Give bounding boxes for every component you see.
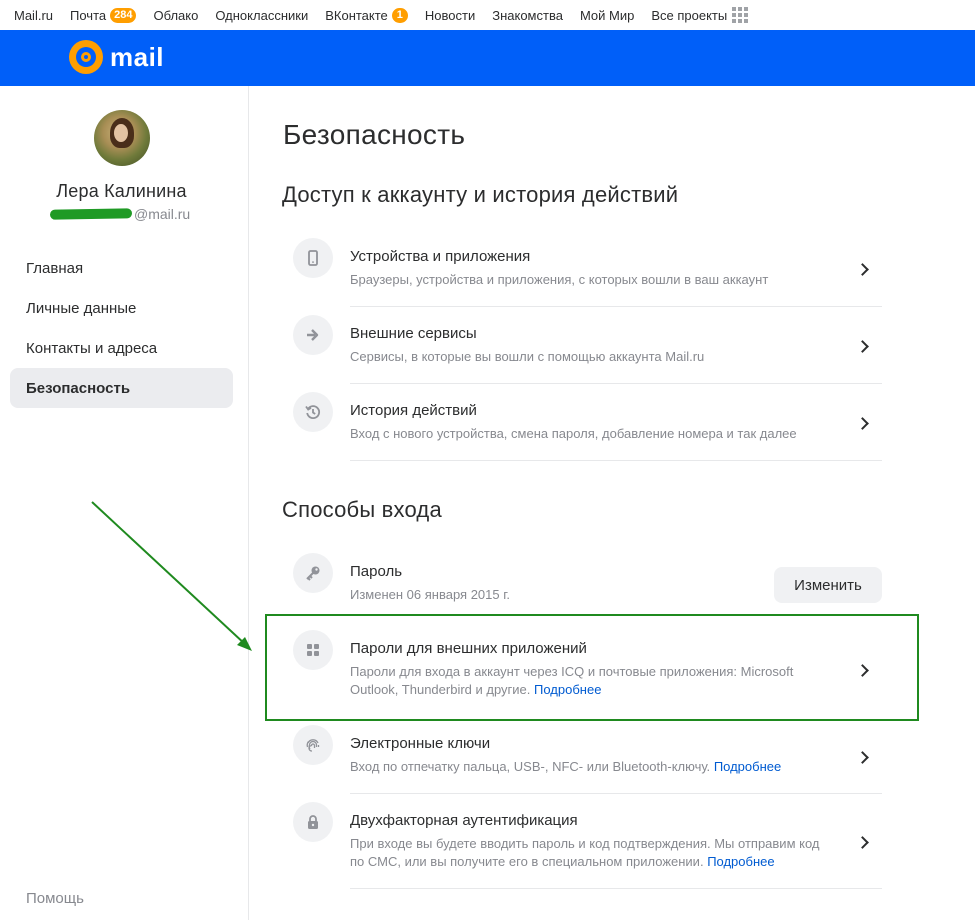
- section-title-login: Способы входа: [282, 497, 442, 522]
- row-title: Устройства и приложения: [350, 248, 531, 265]
- avatar[interactable]: [94, 110, 150, 166]
- help-link[interactable]: Помощь: [26, 890, 84, 907]
- change-password-button[interactable]: Изменить: [774, 567, 882, 603]
- unread-count-badge: 284: [110, 7, 137, 23]
- chevron-right-icon[interactable]: [856, 262, 870, 276]
- row-history[interactable]: История действий Вход с нового устройств…: [293, 392, 882, 461]
- lock-icon: [293, 802, 333, 842]
- divider: [350, 888, 882, 889]
- notification-badge: 1: [391, 7, 408, 23]
- phone-icon: [293, 238, 333, 278]
- chevron-right-icon[interactable]: [856, 416, 870, 430]
- row-description: Вход с нового устройства, смена пароля, …: [350, 426, 797, 441]
- arrow-right-icon: [293, 315, 333, 355]
- row-devices[interactable]: Устройства и приложения Браузеры, устрой…: [293, 238, 882, 307]
- divider: [350, 306, 882, 307]
- sidebar-item-home[interactable]: Главная: [10, 248, 233, 288]
- row-password: Пароль Изменен 06 января 2015 г. Изменит…: [293, 553, 882, 621]
- chevron-right-icon[interactable]: [856, 835, 870, 849]
- row-description: При входе вы будете вводить пароль и код…: [350, 836, 820, 869]
- portal-bar: Mail.ru Почта 284 Облако Одноклассники ВК…: [0, 0, 975, 30]
- sidebar-nav: Главная Личные данные Контакты и адреса …: [10, 248, 233, 408]
- portal-link-news[interactable]: Новости: [425, 8, 475, 23]
- learn-more-link[interactable]: Подробнее: [707, 854, 774, 869]
- portal-link-myworld[interactable]: Мой Мир: [580, 8, 634, 23]
- page-title: Безопасность: [283, 119, 466, 150]
- fingerprint-icon: [293, 725, 333, 765]
- divider: [350, 460, 882, 461]
- portal-link-ok[interactable]: Одноклассники: [215, 8, 308, 23]
- row-description: Сервисы, в которые вы вошли с помощью ак…: [350, 349, 705, 364]
- sidebar: Лера Калинина @mail.ru Главная Личные да…: [0, 86, 249, 920]
- user-email: @mail.ru: [49, 206, 190, 222]
- sidebar-item-security[interactable]: Безопасность: [10, 368, 233, 408]
- user-name: Лера Калинина: [56, 181, 187, 201]
- row-title: Электронные ключи: [350, 735, 491, 752]
- row-title: Пароль: [350, 563, 403, 580]
- row-title: История действий: [350, 402, 477, 419]
- portal-link-vk[interactable]: ВКонтакте 1: [325, 7, 408, 23]
- row-two-factor[interactable]: Двухфакторная аутентификация При входе в…: [293, 802, 882, 889]
- email-redaction-mark: [49, 208, 133, 220]
- portal-link-mailru[interactable]: Mail.ru: [14, 8, 53, 23]
- sidebar-item-contacts[interactable]: Контакты и адреса: [10, 328, 233, 368]
- section-title-access: Доступ к аккаунту и история действий: [282, 182, 679, 207]
- chevron-right-icon[interactable]: [856, 750, 870, 764]
- row-description: Браузеры, устройства и приложения, с кот…: [350, 272, 769, 287]
- divider: [350, 383, 882, 384]
- portal-link-all-projects[interactable]: Все проекты: [651, 7, 749, 23]
- row-security-keys[interactable]: Электронные ключи Вход по отпечатку паль…: [293, 725, 882, 794]
- row-title: Двухфакторная аутентификация: [350, 812, 578, 829]
- row-description: Вход по отпечатку пальца, USB-, NFC- или…: [350, 759, 782, 774]
- portal-link-dating[interactable]: Знакомства: [492, 8, 563, 23]
- key-icon: [293, 553, 333, 593]
- header: mail: [0, 30, 975, 86]
- annotation-highlight-box: [265, 614, 919, 721]
- row-external-services[interactable]: Внешние сервисы Сервисы, в которые вы во…: [293, 315, 882, 384]
- sidebar-item-personal-data[interactable]: Личные данные: [10, 288, 233, 328]
- mail-logo[interactable]: mail: [69, 40, 164, 74]
- at-sign-icon: [69, 40, 103, 74]
- row-title: Внешние сервисы: [350, 325, 477, 342]
- history-icon: [293, 392, 333, 432]
- apps-grid-icon: [732, 7, 749, 23]
- portal-link-mail[interactable]: Почта 284: [70, 7, 137, 23]
- portal-link-cloud[interactable]: Облако: [153, 8, 198, 23]
- divider: [350, 793, 882, 794]
- learn-more-link[interactable]: Подробнее: [714, 759, 781, 774]
- password-changed-date: Изменен 06 января 2015 г.: [350, 587, 510, 602]
- chevron-right-icon[interactable]: [856, 339, 870, 353]
